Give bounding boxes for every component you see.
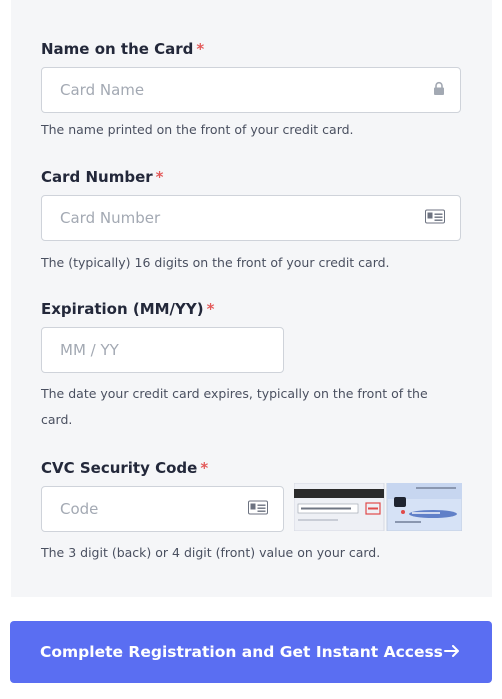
card-number-field[interactable] bbox=[41, 195, 461, 241]
cvc-input[interactable] bbox=[60, 487, 241, 531]
cvc-field[interactable] bbox=[41, 486, 284, 532]
card-front-illustration bbox=[386, 482, 463, 532]
expiration-input[interactable] bbox=[60, 328, 241, 372]
complete-registration-button[interactable]: Complete Registration and Get Instant Ac… bbox=[10, 621, 492, 683]
cvc-card-illustrations bbox=[293, 482, 463, 535]
expiration-help-text: The date your credit card expires, typic… bbox=[41, 386, 428, 427]
card-icon bbox=[425, 209, 445, 228]
required-marker: * bbox=[196, 40, 205, 58]
arrow-right-icon bbox=[444, 643, 460, 661]
cvc-label: CVC Security Code * bbox=[41, 459, 208, 477]
expiration-label: Expiration (MM/YY) * bbox=[41, 300, 214, 318]
expiration-label-text: Expiration (MM/YY) bbox=[41, 300, 204, 318]
card-icon bbox=[248, 500, 268, 519]
required-marker: * bbox=[155, 168, 164, 186]
expiration-field[interactable] bbox=[41, 327, 284, 373]
cvc-help-text: The 3 digit (back) or 4 digit (front) va… bbox=[41, 545, 381, 560]
required-marker: * bbox=[206, 300, 215, 318]
card-back-illustration bbox=[293, 482, 385, 532]
cvc-label-text: CVC Security Code bbox=[41, 459, 198, 477]
name-label: Name on the Card * bbox=[41, 40, 204, 58]
card-number-input[interactable] bbox=[60, 196, 374, 240]
card-number-label: Card Number * bbox=[41, 168, 164, 186]
lock-icon bbox=[433, 81, 445, 100]
complete-registration-label: Complete Registration and Get Instant Ac… bbox=[40, 643, 443, 661]
name-on-card-field[interactable] bbox=[41, 67, 461, 113]
card-number-help-text: The (typically) 16 digits on the front o… bbox=[41, 255, 390, 270]
required-marker: * bbox=[200, 459, 209, 477]
name-help-text: The name printed on the front of your cr… bbox=[41, 122, 354, 137]
name-label-text: Name on the Card bbox=[41, 40, 194, 58]
card-number-label-text: Card Number bbox=[41, 168, 153, 186]
name-on-card-input[interactable] bbox=[60, 68, 374, 112]
